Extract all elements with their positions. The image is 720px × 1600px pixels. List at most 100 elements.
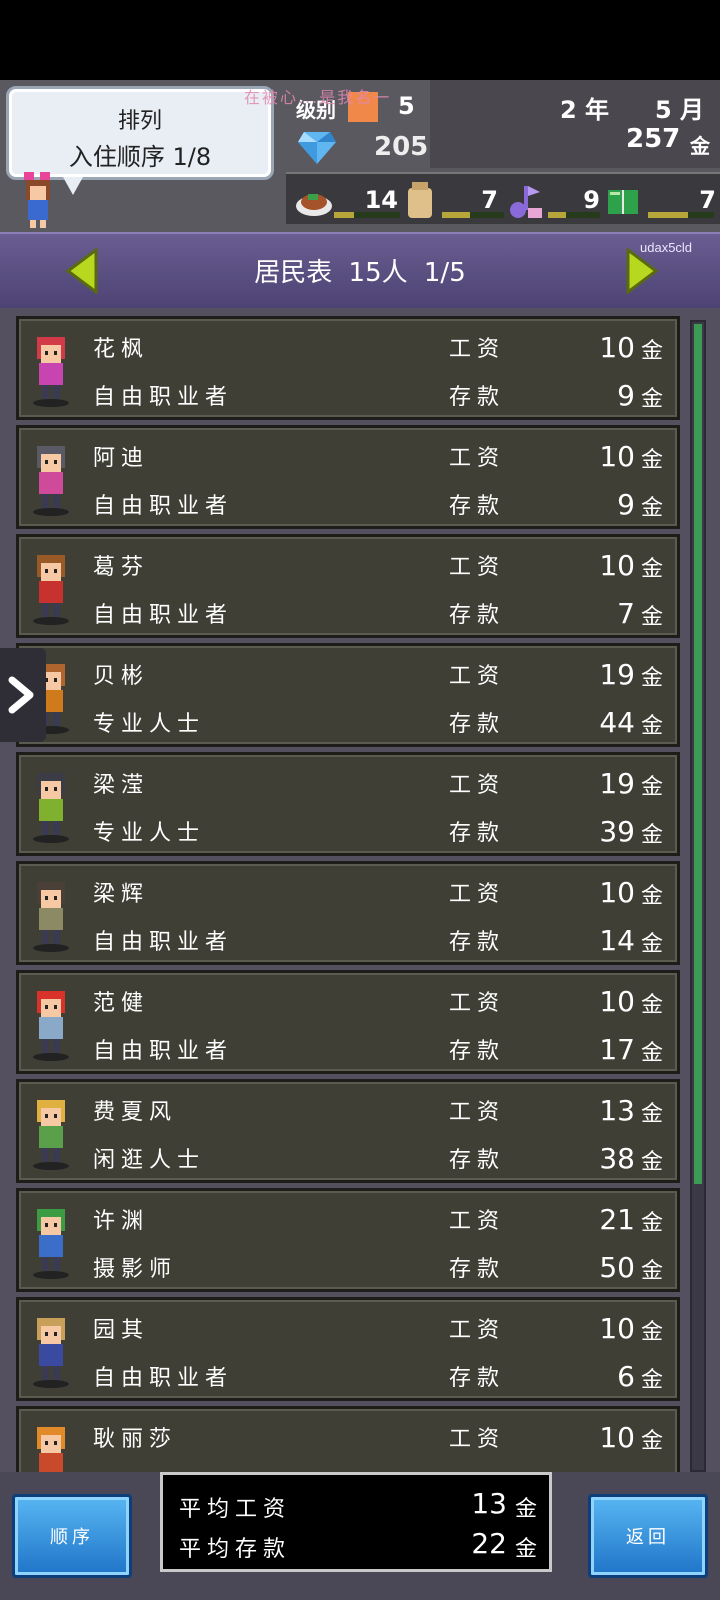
resource-bar: 14 7 9 7	[286, 172, 720, 224]
savings-label: 存款	[449, 385, 506, 410]
resident-name: 梁滢	[93, 773, 150, 798]
resident-row[interactable]: 许渊 摄影师 工资 存款 21 金 50 金	[16, 1188, 680, 1292]
resident-name: 阿迪	[93, 446, 150, 471]
sort-page: 1/8	[172, 143, 212, 171]
resident-job: 自由职业者	[93, 494, 234, 519]
wage-value: 10	[599, 1421, 635, 1454]
resident-avatar-icon	[33, 446, 69, 516]
resident-avatar-icon	[33, 1100, 69, 1170]
resident-job: 自由职业者	[93, 385, 234, 410]
books-bar	[648, 212, 714, 218]
resident-row[interactable]: 贝彬 专业人士 工资 存款 19 金 44 金	[16, 643, 680, 747]
music-value: 9	[583, 186, 600, 214]
wage-value: 10	[599, 1312, 635, 1345]
side-drawer-tab[interactable]	[0, 648, 46, 742]
resident-row[interactable]: 梁辉 自由职业者 工资 存款 10 金 14 金	[16, 861, 680, 965]
resident-job: 自由职业者	[93, 603, 234, 628]
savings-label: 存款	[449, 1257, 506, 1282]
list-scrollbar[interactable]	[690, 320, 706, 1472]
avg-savings-unit: 金	[514, 1537, 537, 1562]
resident-avatar-icon	[33, 337, 69, 407]
resident-row[interactable]: 花枫 自由职业者 工资 存款 10 金 9 金	[16, 316, 680, 420]
resident-avatar-icon	[33, 1318, 69, 1388]
resident-name: 葛芬	[93, 555, 150, 580]
advisor-girl-icon	[24, 172, 50, 228]
food-bar	[334, 212, 400, 218]
wage-unit: 金	[640, 339, 663, 364]
savings-value: 9	[617, 379, 635, 412]
wage-unit: 金	[640, 1320, 663, 1345]
avg-savings-label: 平均存款	[179, 1537, 292, 1562]
resident-avatar-icon	[37, 1427, 65, 1472]
savings-value: 9	[617, 488, 635, 521]
sort-mode-text: 入住顺序	[68, 143, 165, 171]
list-page: 1/5	[423, 258, 466, 288]
resident-list[interactable]: 花枫 自由职业者 工资 存款 10 金 9 金阿迪 自由职业者 工资 存款 10 金 9 金葛芬 自由职业者工…	[0, 308, 720, 1472]
savings-value: 7	[617, 597, 635, 630]
resident-name: 费夏风	[93, 1100, 178, 1125]
resident-job: 专业人士	[93, 821, 206, 846]
books-value: 7	[699, 186, 716, 214]
savings-unit: 金	[640, 932, 663, 957]
sort-speech-bubble[interactable]: 排列 入住顺序 1/8	[6, 86, 274, 195]
resident-avatar-icon	[33, 555, 69, 625]
back-button[interactable]: 返回	[588, 1494, 708, 1578]
goods-value: 7	[481, 186, 498, 214]
wage-label: 工资	[449, 1209, 506, 1234]
avg-wage-unit: 金	[514, 1497, 537, 1522]
diamond-icon	[298, 132, 336, 164]
overlay-code: udax5cld	[640, 240, 693, 255]
wage-label: 工资	[449, 664, 506, 689]
savings-value: 17	[599, 1033, 635, 1066]
savings-value: 44	[599, 706, 635, 739]
watermark: 在被心...是我名一	[244, 88, 392, 107]
resident-name: 许渊	[93, 1209, 150, 1234]
resident-job: 闲逛人士	[93, 1148, 206, 1173]
resident-name: 梁辉	[93, 882, 150, 907]
footer-bar: 顺序 平均工资 13 金 平均存款 22 金 返回	[0, 1472, 720, 1600]
resident-row[interactable]: 耿丽莎工资存款10金	[16, 1406, 680, 1472]
wage-unit: 金	[640, 1429, 663, 1454]
resident-row[interactable]: 葛芬 自由职业者 工资 存款 10 金 7 金	[16, 534, 680, 638]
resident-name: 花枫	[93, 337, 150, 362]
gem-count: 205	[374, 132, 429, 162]
savings-label: 存款	[449, 1366, 506, 1391]
savings-label: 存款	[449, 1039, 506, 1064]
resident-row[interactable]: 费夏风 闲逛人士 工资 存款 13 金 38 金	[16, 1079, 680, 1183]
wage-value: 10	[599, 549, 635, 582]
savings-unit: 金	[640, 496, 663, 521]
resident-count: 15人	[348, 258, 408, 288]
status-bar-area	[0, 0, 720, 80]
wage-label: 工资	[449, 555, 506, 580]
resident-row[interactable]: 园其 自由职业者 工资 存款 10 金 6 金	[16, 1297, 680, 1401]
book-icon	[608, 190, 638, 214]
wage-value: 19	[599, 658, 635, 691]
savings-unit: 金	[640, 823, 663, 848]
wage-label: 工资	[449, 882, 506, 907]
wage-label: 工资	[449, 1318, 506, 1343]
food-value: 14	[364, 186, 398, 214]
resident-row[interactable]: 范健 自由职业者 工资 存款 10 金 17 金	[16, 970, 680, 1074]
goods-icon	[408, 182, 432, 218]
money-value: 257	[626, 124, 681, 154]
music-note-icon	[510, 186, 542, 218]
year-display: 2 年	[560, 96, 610, 124]
savings-label: 存款	[449, 821, 506, 846]
order-button[interactable]: 顺序	[12, 1494, 132, 1578]
resident-avatar-icon	[33, 773, 69, 843]
money-unit: 金	[690, 134, 710, 158]
music-bar	[548, 212, 600, 218]
wage-value: 10	[599, 331, 635, 364]
month-display: 5 月	[655, 96, 705, 124]
scroll-thumb[interactable]	[694, 324, 702, 1184]
resident-row[interactable]: 阿迪 自由职业者 工资 存款 10 金 9 金	[16, 425, 680, 529]
resident-row[interactable]: 梁滢 专业人士 工资 存款 19 金 39 金	[16, 752, 680, 856]
level-value: 5	[398, 92, 415, 120]
wage-value: 10	[599, 440, 635, 473]
savings-unit: 金	[640, 1041, 663, 1066]
savings-unit: 金	[640, 1368, 663, 1393]
avg-wage-value: 13	[471, 1487, 507, 1520]
savings-label: 存款	[449, 494, 506, 519]
savings-label: 存款	[449, 930, 506, 955]
resident-name: 耿丽莎	[93, 1427, 178, 1452]
